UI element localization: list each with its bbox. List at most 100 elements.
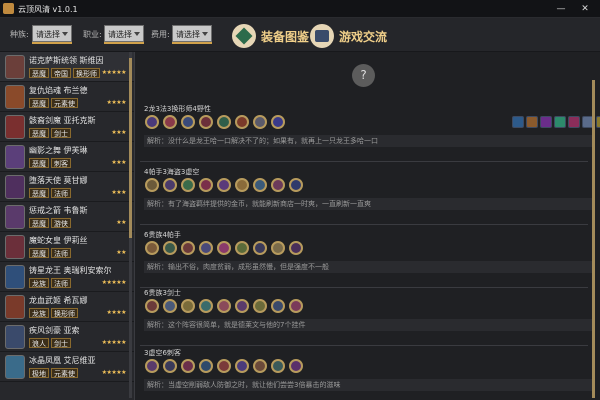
champion-portrait[interactable] (199, 299, 213, 313)
hero-tag: 极地 (29, 368, 49, 378)
hero-list-item[interactable]: 惩戒之箭 韦鲁斯 恶魔 游侠 ★★ (0, 202, 134, 232)
lineup-title: 6贵族3剑士 (144, 289, 181, 297)
hero-name: 复仇焰魂 布兰德 (29, 86, 88, 95)
hero-tag: 恶魔 (29, 248, 49, 258)
hero-avatar (5, 235, 25, 259)
champion-portrait[interactable] (181, 115, 195, 129)
hero-list-item[interactable]: 铸星龙王 奥瑞利安索尔 龙族 法师 ★★★★★ (0, 262, 134, 292)
cost-select-underline (172, 42, 212, 44)
champion-portrait[interactable] (217, 359, 231, 373)
close-button[interactable]: ✕ (578, 2, 592, 16)
champion-portrait[interactable] (235, 241, 249, 255)
hero-avatar (5, 325, 25, 349)
champion-portrait[interactable] (181, 241, 195, 255)
hero-list-item[interactable]: 冰晶凤凰 艾尼维亚 极地 元素使 ★★★★★ (0, 352, 134, 382)
champion-portrait[interactable] (163, 241, 177, 255)
equipment-item-icon[interactable] (596, 116, 600, 128)
champion-portrait[interactable] (271, 359, 285, 373)
champion-portrait[interactable] (271, 178, 285, 192)
hero-tag: 恶魔 (29, 158, 49, 168)
hero-avatar (5, 265, 25, 289)
champion-portrait[interactable] (163, 115, 177, 129)
hero-tag: 换形师 (73, 68, 100, 78)
hero-tag: 恶魔 (29, 218, 49, 228)
champion-portrait[interactable] (199, 241, 213, 255)
champion-portrait[interactable] (253, 359, 267, 373)
hero-name: 铸星龙王 奥瑞利安索尔 (29, 266, 112, 275)
champion-portrait[interactable] (199, 178, 213, 192)
champion-portrait[interactable] (253, 241, 267, 255)
title-bar: 云顶风清 v1.0.1 — ✕ (0, 0, 600, 18)
lineup-title: 3虚空6刺客 (144, 349, 181, 357)
hero-list-item[interactable]: 复仇焰魂 布兰德 恶魔 元素使 ★★★★ (0, 82, 134, 112)
champion-portrait[interactable] (217, 241, 231, 255)
question-icon[interactable]: ? (352, 64, 375, 87)
champion-portrait[interactable] (253, 178, 267, 192)
hero-tag: 游侠 (51, 218, 71, 228)
hero-list-scrollbar-thumb[interactable] (129, 58, 132, 238)
hero-name: 堕落天使 莫甘娜 (29, 176, 88, 185)
hero-avatar (5, 355, 25, 379)
champion-portrait[interactable] (217, 178, 231, 192)
class-select[interactable]: 请选择 (104, 25, 144, 42)
champion-portrait[interactable] (181, 178, 195, 192)
lineup-analysis: 解析：有了海盗羁绊提供的金币，就能刷新商店一时爽，一直刷新一直爽 (144, 198, 592, 210)
champion-portrait[interactable] (145, 359, 159, 373)
champion-portrait[interactable] (235, 115, 249, 129)
champion-portrait[interactable] (235, 359, 249, 373)
champion-portrait[interactable] (289, 241, 303, 255)
champion-portrait[interactable] (217, 299, 231, 313)
lineup-champions (145, 241, 303, 257)
champion-portrait[interactable] (271, 241, 285, 255)
champion-portrait[interactable] (163, 299, 177, 313)
lineup-champions (145, 115, 285, 131)
champion-portrait[interactable] (271, 115, 285, 129)
hero-list-item[interactable]: 魔蛇女皇 伊莉丝 恶魔 法师 ★★ (0, 232, 134, 262)
lineup-analysis: 解析：这个阵容很简单，就是德莱文与他的7个挂件 (144, 319, 592, 331)
lineup-scrollbar[interactable] (592, 80, 595, 398)
champion-portrait[interactable] (145, 299, 159, 313)
champion-portrait[interactable] (181, 299, 195, 313)
hero-tag: 剑士 (51, 338, 71, 348)
champion-portrait[interactable] (289, 299, 303, 313)
hero-list-item[interactable]: 龙血武姬 希瓦娜 龙族 换形师 ★★★★ (0, 292, 134, 322)
lineup-card: 6贵族4帕手 解析：输出不俗，肉度贫弱，成形虽然慢，但是强度不一般 (140, 230, 592, 288)
champion-portrait[interactable] (145, 115, 159, 129)
champion-portrait[interactable] (289, 359, 303, 373)
hero-list-item[interactable]: 幽影之舞 伊芙琳 恶魔 刺客 ★★★ (0, 142, 134, 172)
hero-list-item[interactable]: 骸裔剑魔 亚托克斯 恶魔 剑士 ★★★ (0, 112, 134, 142)
hero-list-item[interactable]: 诺克萨斯统领 斯维因 恶魔 帝国 换形师 ★★★★★ (0, 52, 134, 82)
minimize-button[interactable]: — (554, 2, 568, 16)
champion-portrait[interactable] (181, 359, 195, 373)
race-select[interactable]: 请选择 (32, 25, 72, 42)
champion-portrait[interactable] (199, 115, 213, 129)
equipment-guide-button[interactable]: 装备图鉴 (232, 22, 309, 50)
lineup-champions (145, 359, 303, 375)
hero-cost-stars: ★★★★★ (101, 369, 127, 376)
lineup-card: 2龙3法3换形师4野性 解析：没什么是龙王哈一口解决不了的；如果有，就再上一只龙王… (140, 104, 592, 162)
filter-label-race: 种族: (10, 30, 29, 39)
champion-portrait[interactable] (253, 115, 267, 129)
hero-list-item[interactable]: 堕落天使 莫甘娜 恶魔 法师 ★★★ (0, 172, 134, 202)
champion-portrait[interactable] (289, 178, 303, 192)
game-community-button[interactable]: 游戏交流 (310, 22, 387, 50)
hero-list-item[interactable]: 疾风剑豪 亚索 浪人 剑士 ★★★★★ (0, 322, 134, 352)
champion-portrait[interactable] (271, 299, 285, 313)
lineup-champions (145, 299, 303, 315)
champion-portrait[interactable] (163, 359, 177, 373)
champion-portrait[interactable] (199, 359, 213, 373)
champion-portrait[interactable] (163, 178, 177, 192)
hero-name: 幽影之舞 伊芙琳 (29, 146, 88, 155)
cost-select[interactable]: 请选择 (172, 25, 212, 42)
filter-label-cost: 费用: (151, 30, 170, 39)
game-community-label: 游戏交流 (339, 29, 388, 44)
champion-portrait[interactable] (235, 299, 249, 313)
hero-tag: 换形师 (51, 308, 78, 318)
hero-tag: 恶魔 (29, 128, 49, 138)
champion-portrait[interactable] (253, 299, 267, 313)
hero-avatar (5, 295, 25, 319)
champion-portrait[interactable] (145, 178, 159, 192)
champion-portrait[interactable] (235, 178, 249, 192)
champion-portrait[interactable] (217, 115, 231, 129)
champion-portrait[interactable] (145, 241, 159, 255)
